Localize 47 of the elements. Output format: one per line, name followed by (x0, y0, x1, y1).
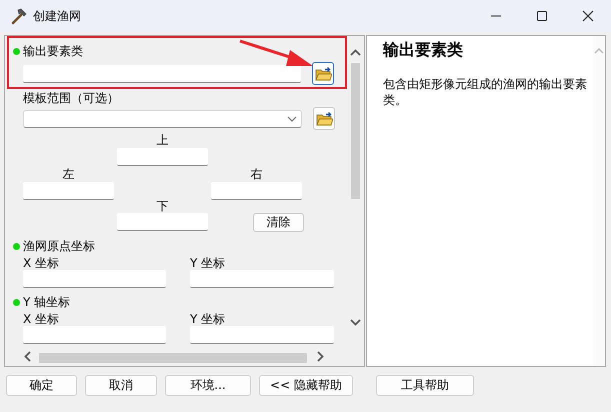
clear-button[interactable]: 清除 (253, 213, 304, 232)
field-label: X 坐标 (23, 256, 60, 270)
input-field[interactable] (190, 270, 334, 288)
field-label: Y 坐标 (190, 312, 226, 326)
caret-down-icon (350, 319, 361, 326)
caret-right-icon (317, 350, 324, 362)
parameter-label: Y 轴坐标 (23, 294, 70, 310)
parameter-label: 输出要素类 (23, 42, 83, 60)
input-field[interactable] (117, 213, 208, 231)
chevron-down-icon (287, 116, 297, 122)
extent-label: 右 (250, 166, 262, 182)
help-text: 包含由矩形像元组成的渔网的输出要素类。 (383, 76, 587, 108)
input-field[interactable] (117, 148, 208, 166)
field-label: Y 坐标 (190, 256, 226, 270)
scroll-thumb[interactable] (351, 63, 360, 199)
window-title: 创建渔网 (33, 8, 81, 24)
dialog-button[interactable]: 环境... (165, 375, 251, 396)
input-field[interactable] (190, 326, 334, 344)
extent-label: 左 (62, 166, 74, 182)
scroll-thumb[interactable] (39, 352, 307, 362)
hammer-icon (9, 7, 27, 25)
browse-button[interactable] (312, 62, 334, 85)
vertical-scrollbar[interactable] (593, 36, 605, 366)
caret-up-icon (594, 48, 604, 54)
caret-up-icon (350, 49, 361, 56)
extent-label: 上 (156, 132, 168, 148)
folder-icon (314, 66, 332, 81)
folder-icon (316, 111, 332, 126)
parameter-label: 模板范围（可选） (23, 90, 119, 106)
input-field[interactable] (23, 64, 301, 82)
maximize-icon (536, 10, 548, 22)
browse-button[interactable] (313, 107, 335, 130)
extent-label: 下 (156, 200, 168, 213)
field-label: X 坐标 (23, 312, 60, 326)
input-field[interactable] (23, 182, 114, 200)
help-title: 输出要素类 (383, 40, 464, 60)
dialog-button[interactable]: 确定 (6, 375, 77, 396)
dialog-button[interactable]: << 隐藏帮助 (259, 375, 353, 396)
dialog-button[interactable]: 取消 (85, 375, 157, 396)
input-field[interactable] (23, 270, 166, 288)
caret-left-icon (24, 350, 31, 362)
tool-help-button[interactable]: 工具帮助 (376, 375, 474, 396)
input-field[interactable] (23, 326, 166, 344)
input-field[interactable] (211, 182, 302, 200)
dropdown-field[interactable] (23, 110, 302, 128)
parameter-label: 渔网原点坐标 (23, 238, 95, 254)
close-icon (582, 10, 594, 22)
